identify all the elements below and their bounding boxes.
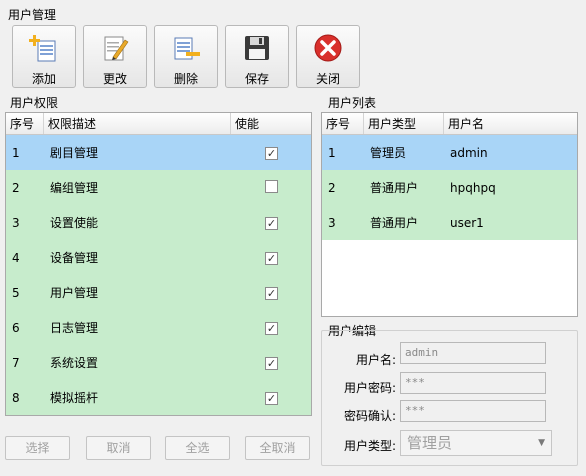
edit-button[interactable]: 更改 <box>83 25 147 88</box>
permission-description: 设备管理 <box>50 251 99 265</box>
username: admin <box>450 145 488 160</box>
enabled-checkbox[interactable]: ✓ <box>265 286 278 300</box>
username: user1 <box>450 215 484 230</box>
password-input[interactable]: *** <box>400 372 546 394</box>
add-icon <box>29 35 56 62</box>
row-number: 1 <box>12 145 20 160</box>
row-number: 4 <box>12 250 20 265</box>
enabled-checkbox[interactable]: ✓ <box>265 321 278 335</box>
row-number: 8 <box>12 390 20 405</box>
enabled-checkbox[interactable]: ✓ <box>265 146 278 160</box>
table-row[interactable]: 8 模拟摇杆 ✓ <box>6 380 311 415</box>
table-row[interactable]: 2 普通用户 hpqhpq <box>322 170 577 205</box>
row-number: 3 <box>328 215 336 230</box>
delete-button[interactable]: 删除 <box>154 25 218 88</box>
row-number: 7 <box>12 355 20 370</box>
permission-enabled-cell: ✓ <box>231 286 311 300</box>
close-button-label: 关闭 <box>315 72 340 86</box>
permission-enabled-cell: ✓ <box>231 216 311 230</box>
user-type: 普通用户 <box>370 181 419 195</box>
permission-enabled-cell: ✓ <box>231 146 311 160</box>
password-label: 用户密码: <box>343 381 396 395</box>
permission-description: 设置使能 <box>50 216 99 230</box>
table-row[interactable]: 5 用户管理 ✓ <box>6 275 311 310</box>
table-row[interactable]: 3 设置使能 ✓ <box>6 205 311 240</box>
row-number: 3 <box>12 215 20 230</box>
permission-enabled-cell: ✓ <box>231 321 311 335</box>
table-row[interactable]: 6 日志管理 ✓ <box>6 310 311 345</box>
column-header-type[interactable]: 用户类型 <box>364 113 444 134</box>
permission-description: 日志管理 <box>50 321 99 335</box>
permission-description: 剧目管理 <box>50 146 99 160</box>
save-button[interactable]: 保存 <box>225 25 289 88</box>
delete-icon <box>174 37 200 60</box>
users-group-title: 用户列表 <box>328 96 377 110</box>
chevron-down-icon[interactable]: ▼ <box>538 431 545 455</box>
save-icon <box>245 36 269 60</box>
edit-icon <box>104 36 129 61</box>
toolbar: 添加 更改 删除 保存 关闭 <box>12 25 367 89</box>
enabled-checkbox[interactable]: ✓ <box>265 216 278 230</box>
user-type-select[interactable]: 管理员 ▼ <box>400 430 552 456</box>
row-number: 5 <box>12 285 20 300</box>
enabled-checkbox[interactable] <box>265 179 278 193</box>
select-all-button[interactable]: 全选 <box>165 436 230 460</box>
column-header-desc[interactable]: 权限描述 <box>44 113 231 134</box>
delete-button-label: 删除 <box>173 72 198 86</box>
enabled-checkbox[interactable]: ✓ <box>265 356 278 370</box>
user-type-label: 用户类型: <box>343 439 396 453</box>
close-icon <box>314 34 342 62</box>
permission-enabled-cell: ✓ <box>231 391 311 405</box>
table-row[interactable]: 7 系统设置 ✓ <box>6 345 311 380</box>
confirm-password-label: 密码确认: <box>343 409 396 423</box>
enabled-checkbox[interactable]: ✓ <box>265 391 278 405</box>
row-number: 6 <box>12 320 20 335</box>
window-title: 用户管理 <box>8 8 57 22</box>
user-type: 普通用户 <box>370 216 419 230</box>
permission-enabled-cell: ✓ <box>231 251 311 265</box>
username-label: 用户名: <box>355 353 396 367</box>
deselect-all-button[interactable]: 全取消 <box>245 436 310 460</box>
table-row[interactable]: 1 剧目管理 ✓ <box>6 135 311 170</box>
permission-description: 系统设置 <box>50 356 99 370</box>
permissions-table-header: 序号 权限描述 使能 <box>6 113 311 135</box>
close-button[interactable]: 关闭 <box>296 25 360 88</box>
table-row[interactable]: 3 普通用户 user1 <box>322 205 577 240</box>
permission-description: 模拟摇杆 <box>50 391 99 405</box>
add-button-label: 添加 <box>31 72 56 86</box>
row-number: 2 <box>328 180 336 195</box>
confirm-password-input[interactable]: *** <box>400 400 546 422</box>
permissions-group-title: 用户权限 <box>10 96 59 110</box>
enabled-checkbox[interactable]: ✓ <box>265 251 278 265</box>
permission-description: 用户管理 <box>50 286 99 300</box>
permission-description: 编组管理 <box>50 181 99 195</box>
user-type-value: 管理员 <box>407 434 453 452</box>
column-header-username[interactable]: 用户名 <box>444 113 577 134</box>
permissions-table[interactable]: 序号 权限描述 使能 1 剧目管理 ✓ 2 编组管理 3 设置使能 ✓ 4 设备管理 ✓ 5 用户管理 ✓… <box>5 112 312 416</box>
edit-button-label: 更改 <box>102 72 127 86</box>
username: hpqhpq <box>450 180 496 195</box>
user-type: 管理员 <box>370 146 407 160</box>
table-row[interactable]: 1 管理员 admin <box>322 135 577 170</box>
add-button[interactable]: 添加 <box>12 25 76 88</box>
users-table[interactable]: 序号 用户类型 用户名 1 管理员 admin 2 普通用户 hpqhpq 3 普通用户 use… <box>321 112 578 317</box>
select-button[interactable]: 选择 <box>5 436 70 460</box>
column-header-no[interactable]: 序号 <box>322 113 364 134</box>
column-header-enabled[interactable]: 使能 <box>231 113 311 134</box>
save-button-label: 保存 <box>244 72 269 86</box>
table-row[interactable]: 4 设备管理 ✓ <box>6 240 311 275</box>
username-input[interactable]: admin <box>400 342 546 364</box>
cancel-button[interactable]: 取消 <box>86 436 151 460</box>
permission-enabled-cell: ✓ <box>231 356 311 370</box>
row-number: 1 <box>328 145 336 160</box>
table-row[interactable]: 2 编组管理 <box>6 170 311 205</box>
users-table-header: 序号 用户类型 用户名 <box>322 113 577 135</box>
row-number: 2 <box>12 180 20 195</box>
column-header-no[interactable]: 序号 <box>6 113 44 134</box>
permission-enabled-cell <box>231 179 311 196</box>
